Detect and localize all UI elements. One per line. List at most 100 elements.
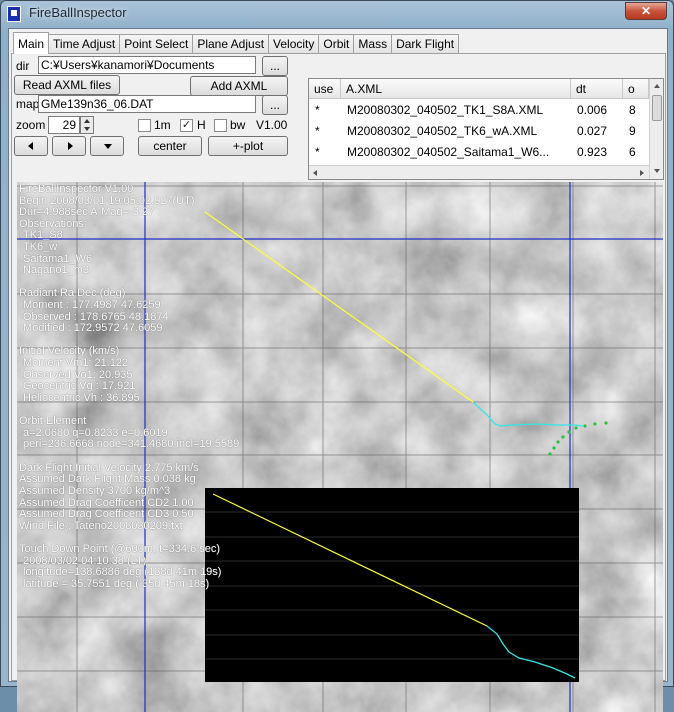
info-line: Initial Velocity (km/s) — [19, 345, 120, 357]
tab-velocity[interactable]: Velocity — [268, 34, 320, 54]
version-label: V1.00 — [256, 118, 288, 132]
info-line: Modified : 172.9572 47.6059 — [23, 322, 163, 334]
pan-right-button[interactable] — [52, 136, 86, 156]
add-axml-button[interactable]: Add AXML — [190, 76, 288, 96]
tab-time-adjust[interactable]: Time Adjust — [48, 34, 121, 54]
tab-dark-flight[interactable]: Dark Flight — [391, 34, 460, 54]
col-file-header[interactable]: A.XML — [341, 79, 571, 99]
main-tab-panel: dir C:¥Users¥kanamori¥Documents ... Read… — [11, 53, 666, 712]
map-field[interactable]: GMe139n36_06.DAT — [38, 95, 256, 113]
info-line: TK6_w — [23, 241, 58, 253]
info-line: Wind File : Tateno2008030209.txt — [19, 520, 183, 532]
col-use-header[interactable]: use — [309, 79, 341, 99]
row-file: M20080302_040502_TK6_wA.XML — [347, 124, 538, 138]
tab-point-select[interactable]: Point Select — [119, 34, 194, 54]
scroll-up-icon[interactable] — [654, 84, 660, 88]
row-dt: 0.027 — [577, 124, 608, 138]
observation-point — [567, 430, 571, 434]
checkbox-bw-label: bw — [230, 118, 246, 132]
observations-table[interactable]: use A.XML dt o * M20080302_040502_TK1_S8… — [308, 78, 664, 180]
checkbox-h[interactable]: ✓ — [180, 119, 193, 132]
row-dt: 0.923 — [577, 145, 608, 159]
info-line: Nagano1_m3 — [23, 264, 90, 276]
trajectory-inset-plot — [205, 493, 579, 679]
info-line: Heliocentric Vh : 36.895 — [23, 392, 140, 404]
scroll-left-icon[interactable] — [313, 170, 317, 176]
pan-left-button[interactable] — [14, 136, 48, 156]
row-use: * — [315, 124, 320, 138]
checkbox-1m-label: 1m — [154, 118, 171, 132]
row-use: * — [315, 103, 320, 117]
zoom-label: zoom — [16, 118, 46, 132]
map-label: map — [16, 97, 40, 111]
tab-bar: Main Time Adjust Point Select Plane Adju… — [13, 32, 460, 54]
info-line: Assumed Drag Coefficent CD3 0.50 — [19, 508, 194, 520]
arrow-right-icon — [68, 142, 73, 150]
trajectory-inset-panel — [205, 488, 579, 682]
info-line: Assumed Dark Flight Mass 0.038 kg — [19, 473, 196, 485]
app-window: FireBallInspector ✕ Main Time Adjust Poi… — [0, 0, 674, 712]
info-line: Assumed Density 3700 kg/m^3 — [19, 485, 171, 497]
row-file: M20080302_040502_Saitama1_W6... — [347, 145, 550, 159]
inset-dark-path — [486, 625, 576, 679]
info-line: Touch Down Point (@600m, t=334.6 sec) — [19, 543, 221, 555]
checkbox-h-label: H — [197, 118, 206, 132]
row-file: M20080302_040502_TK1_S8A.XML — [347, 103, 544, 117]
window-title: FireBallInspector — [29, 5, 127, 20]
col-dt-header[interactable]: dt — [571, 79, 623, 99]
col-o-header[interactable]: o — [623, 79, 649, 99]
info-line: Radiant Ra Dec (deg) — [19, 287, 126, 299]
spin-down-icon[interactable] — [84, 127, 90, 131]
row-dt: 0.006 — [577, 103, 608, 117]
map-browse-button[interactable]: ... — [262, 95, 288, 115]
client-area: Main Time Adjust Point Select Plane Adju… — [8, 28, 668, 712]
app-icon — [7, 6, 21, 22]
tab-mass[interactable]: Mass — [353, 34, 393, 54]
tab-plane-adjust[interactable]: Plane Adjust — [192, 34, 270, 54]
arrow-down-icon — [104, 144, 112, 149]
observation-point — [593, 422, 597, 426]
info-line: Orbit Element — [19, 415, 87, 427]
info-line: latitude = 35.7551 deg ( 35d 45m 18s) — [23, 578, 210, 590]
title-bar[interactable]: FireBallInspector ✕ — [1, 1, 673, 27]
arrow-left-icon — [28, 142, 33, 150]
read-axml-button[interactable]: Read AXML files — [14, 75, 120, 95]
checkbox-bw[interactable] — [214, 119, 227, 132]
center-button[interactable]: center — [138, 136, 202, 156]
info-line: Moment Vm1: 21.122 — [23, 357, 129, 369]
info-line: peri=236.6668 node=341.4680 incl=19.5589 — [23, 438, 240, 450]
close-button[interactable]: ✕ — [625, 2, 667, 20]
pan-down-button[interactable] — [90, 136, 124, 156]
row-o: 6 — [629, 145, 636, 159]
inset-bright-path — [212, 493, 488, 627]
checkbox-1m[interactable] — [138, 119, 151, 132]
map-view[interactable]: FireBallInspector V1.00 Begin 2008/03/01… — [17, 182, 663, 712]
row-o: 8 — [629, 103, 636, 117]
tab-main[interactable]: Main — [13, 32, 50, 54]
info-line: longitude=138.6886 deg (138d 41m 19s) — [23, 566, 222, 578]
row-o: 9 — [629, 124, 636, 138]
info-line: TK1_S8 — [23, 229, 63, 241]
dir-label: dir — [16, 59, 30, 73]
zoom-input[interactable]: 29 — [48, 116, 80, 134]
tab-orbit[interactable]: Orbit — [318, 34, 355, 54]
scroll-thumb[interactable] — [652, 95, 662, 121]
zoom-spinner[interactable] — [80, 116, 94, 134]
observation-point — [574, 426, 578, 430]
dir-browse-button[interactable]: ... — [262, 56, 288, 76]
observation-point — [561, 435, 565, 439]
scroll-down-icon[interactable] — [654, 169, 660, 173]
observation-point — [583, 424, 587, 428]
plot-button[interactable]: +-plot — [208, 136, 288, 156]
table-horizontal-scrollbar[interactable] — [309, 165, 649, 179]
spin-up-icon[interactable] — [84, 119, 90, 123]
dir-field[interactable]: C:¥Users¥kanamori¥Documents — [38, 56, 256, 74]
row-use: * — [315, 145, 320, 159]
scroll-right-icon[interactable] — [640, 170, 644, 176]
info-line: FireBallInspector V1.00 — [19, 183, 134, 195]
observation-point — [552, 446, 556, 450]
info-line: Moment : 177.4987 47.6259 — [23, 299, 161, 311]
table-vertical-scrollbar[interactable] — [649, 79, 663, 179]
info-line: Dur=4.988sec A-Mag=-3.27 — [19, 206, 155, 218]
observation-point — [548, 452, 552, 456]
